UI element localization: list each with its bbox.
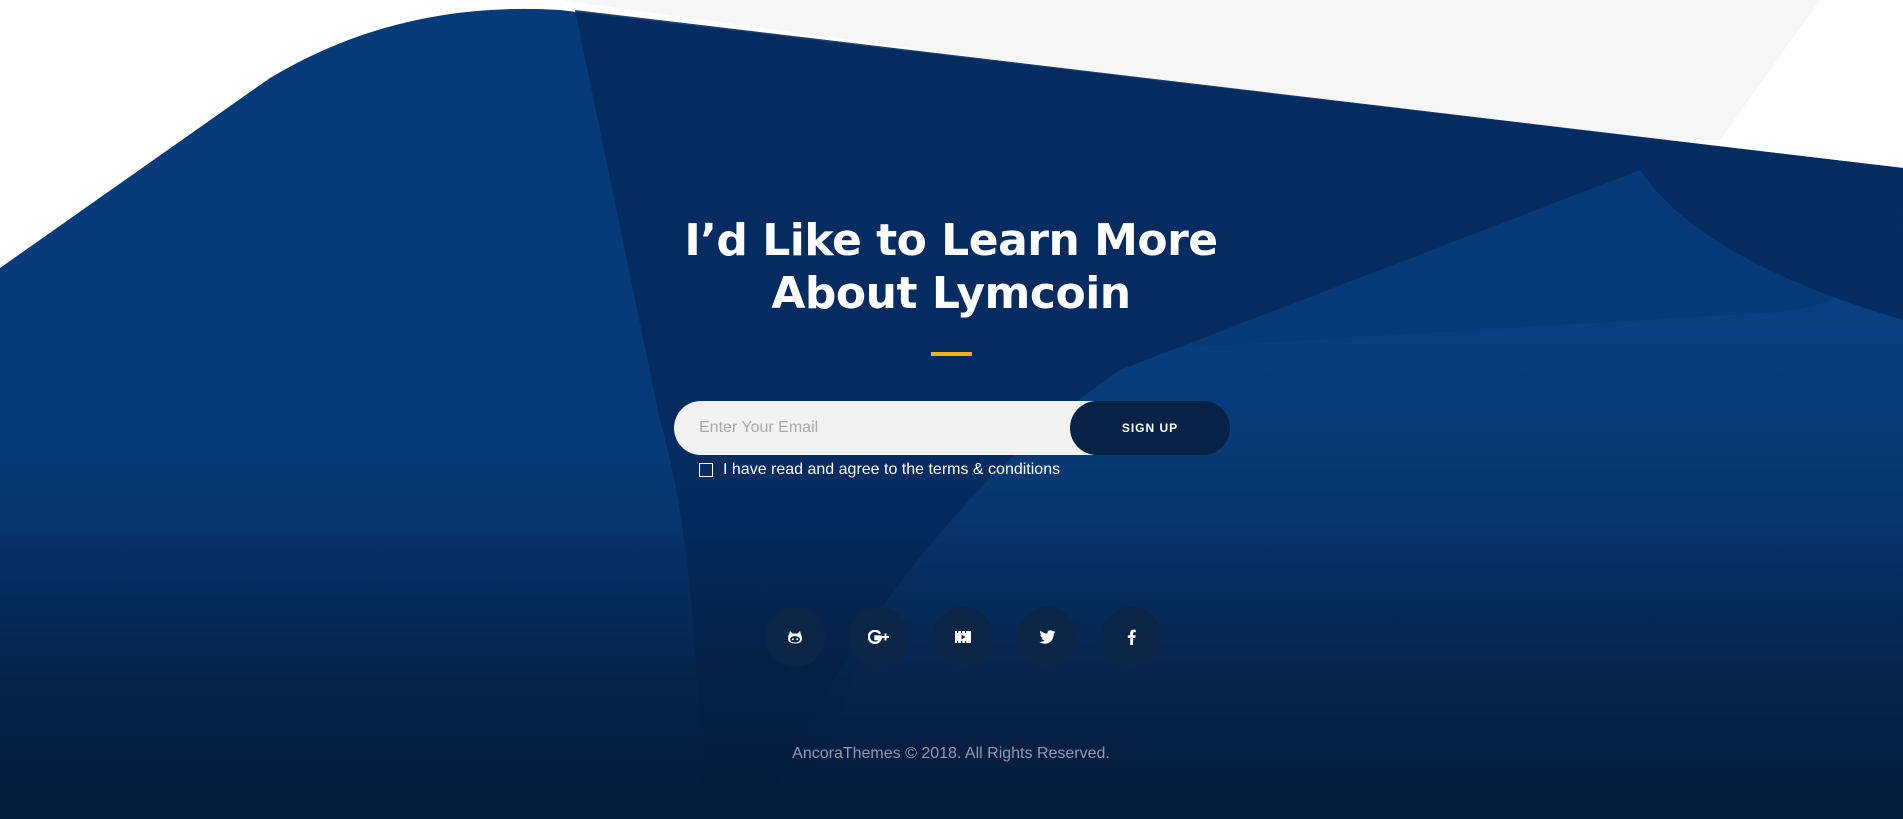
terms-label: I have read and agree to the terms & con…: [723, 461, 1061, 478]
subscribe-section: I’d Like to Learn More About Lymcoin SIG…: [0, 0, 1903, 819]
facebook-icon: [1127, 629, 1136, 645]
twitter-icon: [1038, 630, 1055, 644]
accent-divider: [931, 352, 972, 356]
social-link-twitter[interactable]: [1017, 607, 1077, 667]
terms-checkbox[interactable]: [699, 463, 713, 477]
video-icon: [955, 631, 971, 643]
title-line-1: I’d Like to Learn More: [684, 215, 1218, 266]
github-icon: [788, 630, 802, 643]
social-links: [765, 607, 1161, 667]
signup-button[interactable]: SIGN UP: [1070, 401, 1230, 455]
subscribe-content: I’d Like to Learn More About Lymcoin SIG…: [0, 0, 1903, 819]
google-plus-icon: [868, 630, 889, 644]
terms-agreement[interactable]: I have read and agree to the terms & con…: [699, 459, 1060, 481]
social-link-google-plus[interactable]: [849, 607, 909, 667]
page-title: I’d Like to Learn More About Lymcoin: [651, 214, 1251, 320]
email-input[interactable]: [674, 401, 1094, 455]
copyright-text: AncoraThemes © 2018. All Rights Reserved…: [792, 745, 1110, 762]
title-line-2: About Lymcoin: [771, 268, 1131, 319]
social-link-github[interactable]: [765, 607, 825, 667]
signup-form: SIGN UP: [674, 401, 1230, 455]
social-link-video[interactable]: [933, 607, 993, 667]
social-link-facebook[interactable]: [1101, 607, 1161, 667]
